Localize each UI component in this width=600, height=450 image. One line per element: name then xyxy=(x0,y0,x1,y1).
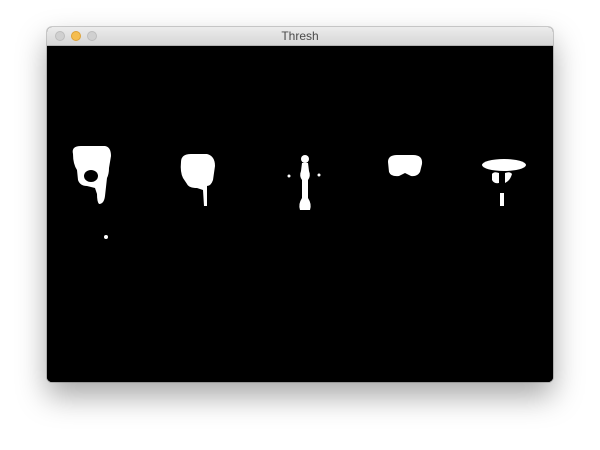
app-window: Thresh xyxy=(47,27,553,382)
title-bar[interactable]: Thresh xyxy=(47,27,553,46)
threshold-image xyxy=(47,46,553,382)
threshold-image-canvas xyxy=(47,46,553,382)
blob-4 xyxy=(388,155,423,177)
window-title: Thresh xyxy=(281,29,319,43)
